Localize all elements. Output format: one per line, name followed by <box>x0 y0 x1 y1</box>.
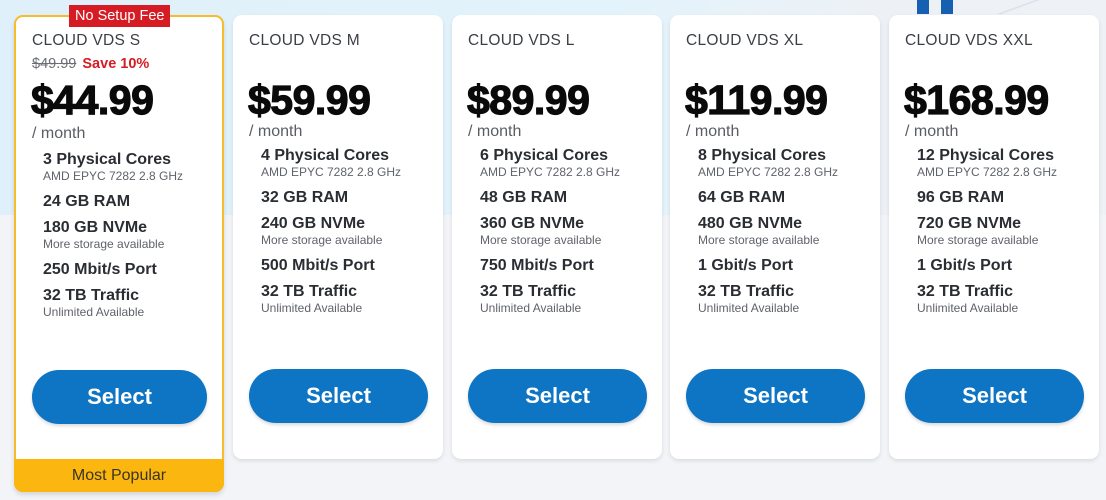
feature-ram: 24 GB RAM <box>43 193 131 210</box>
plan-price: $168.99 <box>903 76 1049 123</box>
plan-price: $89.99 <box>466 76 590 123</box>
old-price: $49.99 <box>32 56 77 72</box>
feature-ram: 96 GB RAM <box>917 189 1005 206</box>
most-popular-label: Most Popular <box>14 459 224 492</box>
feature-storage: 720 GB NVMe More storage available <box>917 215 1039 247</box>
billing-period: / month <box>905 123 959 140</box>
feature-list: 6 Physical Cores AMD EPYC 7282 2.8 GHz 4… <box>480 147 654 317</box>
feature-cores: 6 Physical Cores AMD EPYC 7282 2.8 GHz <box>480 147 621 179</box>
feature-storage: 360 GB NVMe More storage available <box>480 215 602 247</box>
save-badge: Save 10% <box>82 56 150 72</box>
feature-storage: 180 GB NVMe More storage available <box>43 219 165 251</box>
feature-port: 750 Mbit/s Port <box>480 257 594 274</box>
billing-period: / month <box>686 123 740 140</box>
feature-port: 1 Gbit/s Port <box>698 257 794 274</box>
feature-traffic: 32 TB Traffic Unlimited Available <box>43 287 145 319</box>
no-setup-fee-badge: No Setup Fee <box>69 5 171 27</box>
feature-list: 3 Physical Cores AMD EPYC 7282 2.8 GHz 2… <box>43 151 214 321</box>
feature-list: 8 Physical Cores AMD EPYC 7282 2.8 GHz 6… <box>698 147 872 317</box>
feature-list: 12 Physical Cores AMD EPYC 7282 2.8 GHz … <box>917 147 1091 317</box>
feature-list: 4 Physical Cores AMD EPYC 7282 2.8 GHz 3… <box>261 147 435 317</box>
discount-line: $49.99 Save 10% <box>32 56 149 72</box>
plan-name: CLOUD VDS XXL <box>905 32 1033 49</box>
feature-cores: 8 Physical Cores AMD EPYC 7282 2.8 GHz <box>698 147 839 179</box>
decorative-shape <box>941 0 953 14</box>
feature-ram: 32 GB RAM <box>261 189 349 206</box>
plan-card-xl: CLOUD VDS XL $119.99 / month 8 Physical … <box>670 15 880 459</box>
plan-name: CLOUD VDS XL <box>686 32 804 49</box>
feature-storage: 480 GB NVMe More storage available <box>698 215 820 247</box>
feature-ram: 48 GB RAM <box>480 189 568 206</box>
select-button-s[interactable]: Select <box>32 370 207 424</box>
plan-card-l: CLOUD VDS L $89.99 / month 6 Physical Co… <box>452 15 662 459</box>
plan-price: $119.99 <box>684 76 828 123</box>
billing-period: / month <box>249 123 303 140</box>
plan-name: CLOUD VDS M <box>249 32 360 49</box>
plan-price: $44.99 <box>30 76 154 123</box>
plan-card-m: CLOUD VDS M $59.99 / month 4 Physical Co… <box>233 15 443 459</box>
plan-name: CLOUD VDS S <box>32 32 141 49</box>
select-button-l[interactable]: Select <box>468 369 647 423</box>
decorative-shape <box>917 0 929 14</box>
select-button-xxl[interactable]: Select <box>905 369 1084 423</box>
feature-ram: 64 GB RAM <box>698 189 786 206</box>
select-button-xl[interactable]: Select <box>686 369 865 423</box>
feature-cores: 3 Physical Cores AMD EPYC 7282 2.8 GHz <box>43 151 184 183</box>
feature-traffic: 32 TB Traffic Unlimited Available <box>917 283 1019 315</box>
feature-port: 1 Gbit/s Port <box>917 257 1013 274</box>
plan-name: CLOUD VDS L <box>468 32 575 49</box>
decorative-line <box>990 0 1050 14</box>
feature-port: 500 Mbit/s Port <box>261 257 375 274</box>
billing-period: / month <box>32 125 86 142</box>
feature-port: 250 Mbit/s Port <box>43 261 157 278</box>
plan-card-s: No Setup Fee CLOUD VDS S $49.99 Save 10%… <box>14 5 224 492</box>
feature-cores: 4 Physical Cores AMD EPYC 7282 2.8 GHz <box>261 147 402 179</box>
feature-traffic: 32 TB Traffic Unlimited Available <box>480 283 582 315</box>
feature-traffic: 32 TB Traffic Unlimited Available <box>698 283 800 315</box>
billing-period: / month <box>468 123 522 140</box>
feature-cores: 12 Physical Cores AMD EPYC 7282 2.8 GHz <box>917 147 1058 179</box>
plan-card-xxl: CLOUD VDS XXL $168.99 / month 12 Physica… <box>889 15 1099 459</box>
plan-price: $59.99 <box>247 76 371 123</box>
select-button-m[interactable]: Select <box>249 369 428 423</box>
feature-storage: 240 GB NVMe More storage available <box>261 215 383 247</box>
feature-traffic: 32 TB Traffic Unlimited Available <box>261 283 363 315</box>
